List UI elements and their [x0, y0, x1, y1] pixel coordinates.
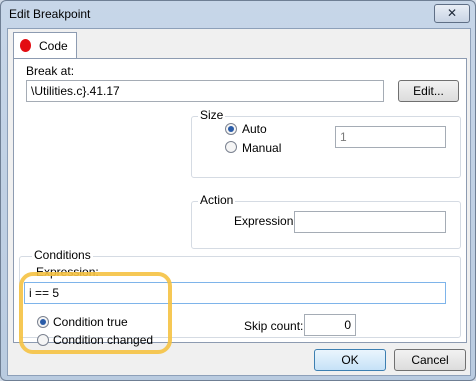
tab-code[interactable]: Code	[13, 32, 77, 59]
action-expression-field[interactable]	[294, 211, 446, 233]
size-auto-radio[interactable]	[225, 123, 237, 135]
action-group-title: Action	[198, 193, 236, 207]
skip-count-label: Skip count:	[244, 319, 304, 333]
break-at-field[interactable]: \Utilities.c}.41.17	[26, 80, 384, 102]
condition-changed-label: Condition changed	[53, 333, 154, 347]
size-manual-radio[interactable]	[225, 141, 237, 153]
size-group-title: Size	[198, 108, 226, 122]
condition-true-radio[interactable]	[37, 316, 49, 328]
breakpoint-icon	[20, 39, 31, 52]
tab-panel: Break at: \Utilities.c}.41.17 Edit... Si…	[13, 58, 467, 354]
conditions-group-title: Conditions	[32, 248, 93, 262]
ok-button[interactable]: OK	[314, 349, 386, 371]
close-icon: ✕	[446, 6, 458, 20]
break-at-label: Break at:	[26, 64, 75, 78]
size-value-field[interactable]: 1	[335, 126, 446, 148]
edit-breakpoint-dialog: Edit Breakpoint ✕ Code Break at: \Utilit…	[0, 0, 476, 381]
edit-button[interactable]: Edit...	[398, 80, 459, 102]
dialog-title: Edit Breakpoint	[9, 7, 91, 21]
skip-count-field[interactable]: 0	[304, 314, 356, 336]
size-auto-label: Auto	[242, 122, 267, 136]
tab-code-label: Code	[39, 39, 68, 53]
close-button[interactable]: ✕	[434, 4, 470, 23]
size-manual-label: Manual	[242, 141, 282, 155]
condition-true-label: Condition true	[53, 315, 128, 329]
condition-changed-radio[interactable]	[37, 334, 49, 346]
conditions-expression-label: Expression:	[36, 265, 99, 279]
dialog-client-area: Code Break at: \Utilities.c}.41.17 Edit.…	[7, 28, 471, 376]
cancel-button[interactable]: Cancel	[394, 349, 466, 371]
action-expression-label: Expression:	[234, 214, 297, 228]
conditions-expression-field[interactable]: i == 5	[24, 282, 446, 304]
